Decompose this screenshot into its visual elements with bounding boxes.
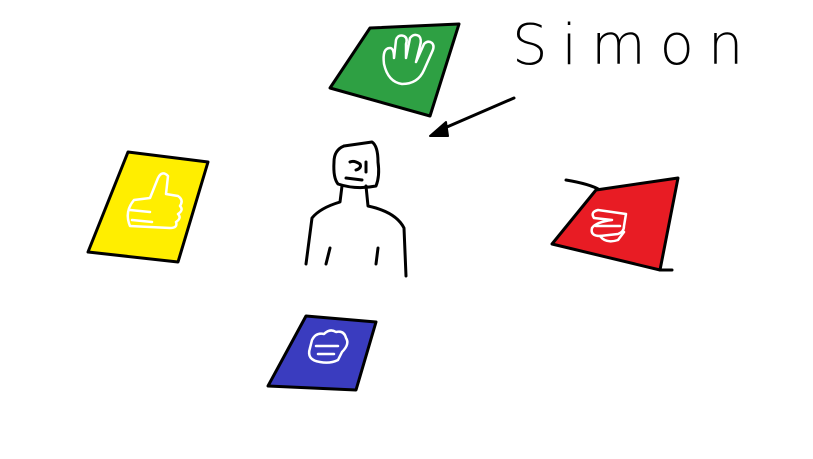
yellow-card-shape	[86, 150, 210, 264]
green-card-shape	[328, 22, 461, 118]
simon-label: Simon	[512, 13, 758, 78]
person-body	[304, 184, 408, 278]
red-card	[550, 176, 680, 272]
red-card-shape	[550, 176, 680, 272]
person-figure	[304, 140, 408, 278]
blue-card	[266, 314, 378, 392]
green-card	[328, 22, 461, 118]
yellow-card	[86, 150, 210, 264]
arrow-icon	[429, 96, 516, 137]
